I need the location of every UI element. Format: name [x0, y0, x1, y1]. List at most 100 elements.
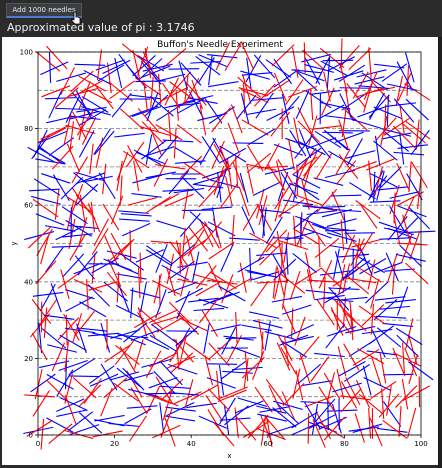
needle-crossing	[370, 380, 397, 399]
needle	[239, 172, 249, 203]
needle	[79, 301, 107, 318]
needle	[114, 132, 145, 138]
needle	[68, 375, 100, 378]
needle-crossing	[167, 109, 172, 141]
needle-crossing	[35, 260, 57, 285]
needle	[376, 186, 408, 191]
needle	[199, 138, 217, 166]
needle	[384, 268, 415, 272]
needle	[281, 304, 312, 315]
needle-crossing	[241, 119, 269, 136]
needle	[336, 296, 368, 301]
needle	[93, 128, 111, 155]
needle-crossing	[243, 82, 246, 114]
needle	[386, 95, 389, 127]
needle-crossing	[276, 265, 285, 296]
needle	[232, 142, 264, 144]
needle	[75, 90, 92, 119]
needle-crossing	[129, 229, 132, 261]
needle	[74, 63, 106, 66]
needle-crossing	[368, 160, 373, 192]
needle	[369, 92, 385, 120]
x-tick-label: 0	[36, 440, 40, 448]
needle-crossing	[340, 219, 345, 251]
needle-crossing	[102, 203, 120, 231]
needle-crossing	[48, 423, 73, 445]
needle-crossing	[204, 355, 214, 386]
needle-crossing	[231, 214, 235, 246]
needle-crossing	[165, 193, 194, 207]
needle	[322, 131, 353, 134]
needle-crossing	[235, 416, 257, 441]
needle-crossing	[316, 299, 335, 326]
needle	[65, 289, 95, 300]
y-tick-label: 100	[20, 49, 33, 57]
needle-crossing	[201, 309, 219, 337]
needle-crossing	[293, 215, 297, 247]
needle	[46, 115, 77, 124]
needle-crossing	[358, 393, 384, 415]
needle-crossing	[64, 395, 77, 425]
needle-crossing	[135, 77, 162, 96]
needle	[43, 314, 75, 320]
x-tick-label: 60	[263, 440, 272, 448]
needle	[176, 290, 191, 320]
needle	[128, 388, 159, 398]
needle	[327, 399, 329, 431]
needle	[116, 273, 147, 280]
needle	[285, 244, 289, 275]
needle-crossing	[160, 86, 189, 102]
needle	[156, 220, 186, 231]
needle-crossing	[392, 125, 416, 149]
needle	[351, 118, 382, 129]
y-axis-label: y	[10, 241, 18, 245]
needle	[295, 90, 310, 119]
needle	[149, 334, 177, 352]
needle	[379, 237, 411, 240]
needle-crossing	[114, 339, 135, 365]
needle-crossing	[250, 280, 269, 307]
needle-crossing	[133, 311, 162, 329]
needle-crossing	[100, 387, 113, 417]
needle	[252, 181, 281, 196]
needle-crossing	[43, 307, 48, 339]
needle	[373, 261, 403, 274]
x-tick-label: 40	[187, 440, 196, 448]
needle	[94, 130, 115, 155]
needle-crossing	[173, 127, 177, 159]
needle	[195, 55, 221, 76]
needle	[249, 311, 280, 319]
needle	[28, 188, 60, 192]
needle	[330, 194, 362, 197]
needle	[404, 52, 415, 83]
needle	[162, 139, 194, 143]
needle	[159, 402, 165, 433]
needle	[31, 195, 61, 205]
needle	[249, 247, 252, 279]
needle-crossing	[348, 47, 372, 71]
needle-crossing	[368, 407, 372, 439]
needle-crossing	[40, 234, 50, 265]
needle	[326, 58, 331, 89]
needle-crossing	[384, 104, 387, 136]
needle-crossing	[270, 111, 291, 137]
needle	[369, 200, 401, 203]
needle-crossing	[137, 267, 141, 299]
needle	[291, 421, 321, 436]
needle	[40, 61, 69, 76]
needle-crossing	[205, 395, 224, 422]
needle-crossing	[318, 386, 336, 414]
needle	[48, 52, 52, 83]
needle-crossing	[294, 316, 306, 346]
needle-crossing	[35, 51, 61, 72]
needle	[293, 209, 319, 229]
needle-crossing	[278, 240, 309, 251]
needle-crossing	[182, 188, 189, 219]
needle	[207, 221, 236, 237]
x-axis-label: x	[227, 452, 231, 460]
needle	[181, 176, 205, 199]
needle-crossing	[404, 83, 431, 101]
needle	[374, 296, 406, 301]
needle	[397, 205, 427, 218]
needle-crossing	[310, 356, 330, 382]
